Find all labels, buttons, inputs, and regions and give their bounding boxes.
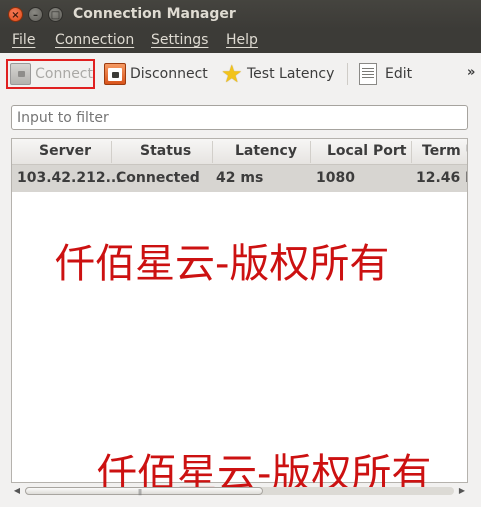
minimize-window-button[interactable]: –: [28, 7, 43, 22]
document-icon: [359, 63, 377, 85]
column-header-latency[interactable]: Latency: [235, 143, 297, 159]
table-header: Server Status Latency Local Port Term U: [12, 139, 467, 165]
title-bar: × – □ Connection Manager: [0, 0, 481, 29]
connections-table: Server Status Latency Local Port Term U …: [11, 138, 468, 483]
menu-bar: File Connection Settings Help: [0, 29, 481, 53]
menu-help[interactable]: Help: [226, 32, 258, 48]
horizontal-scrollbar[interactable]: ◀ ||| ▶: [11, 484, 468, 498]
edit-button[interactable]: Edit: [359, 59, 412, 89]
maximize-window-button[interactable]: □: [48, 7, 63, 22]
disconnect-button[interactable]: Disconnect: [104, 59, 208, 89]
menu-file[interactable]: File: [12, 32, 35, 48]
window-title: Connection Manager: [73, 6, 236, 22]
column-header-term[interactable]: Term U: [422, 143, 467, 159]
edit-button-label: Edit: [385, 66, 413, 82]
column-divider: [411, 141, 412, 163]
cell-server: 103.42.212...: [17, 170, 122, 186]
test-latency-button[interactable]: ★ Test Latency: [221, 59, 334, 89]
menu-settings[interactable]: Settings: [151, 32, 208, 48]
toolbar: Connect Disconnect ★ Test Latency Edit »: [0, 53, 481, 95]
scroll-left-arrow-icon[interactable]: ◀: [11, 485, 23, 497]
close-window-button[interactable]: ×: [8, 7, 23, 22]
table-row[interactable]: 103.42.212... Connected 42 ms 1080 12.46…: [12, 165, 467, 192]
cell-local-port: 1080: [316, 170, 355, 186]
star-icon: ★: [221, 60, 243, 88]
toolbar-separator: [347, 63, 348, 85]
disconnect-button-label: Disconnect: [130, 66, 208, 82]
disconnect-icon: [104, 63, 126, 85]
scrollbar-trough[interactable]: |||: [25, 487, 454, 496]
filter-input[interactable]: [11, 105, 468, 130]
scroll-right-arrow-icon[interactable]: ▶: [456, 485, 468, 497]
column-divider: [212, 141, 213, 163]
grip-icon: |||: [138, 489, 142, 496]
menu-connection[interactable]: Connection: [55, 32, 134, 48]
watermark-text: 仟佰星云-版权所有: [55, 241, 390, 287]
column-header-status[interactable]: Status: [140, 143, 191, 159]
scrollbar-thumb[interactable]: |||: [25, 487, 263, 496]
toolbar-overflow-button[interactable]: »: [467, 65, 475, 80]
column-divider: [111, 141, 112, 163]
column-divider: [310, 141, 311, 163]
connect-icon: [10, 63, 32, 85]
column-header-server[interactable]: Server: [39, 143, 91, 159]
cell-latency: 42 ms: [216, 170, 264, 186]
cell-status: Connected: [116, 170, 200, 186]
test-latency-button-label: Test Latency: [247, 66, 335, 82]
connect-button-label: Connect: [35, 66, 93, 82]
connect-button[interactable]: Connect: [6, 59, 95, 89]
connection-manager-window: × – □ Connection Manager File Connection…: [0, 0, 481, 507]
column-header-local-port[interactable]: Local Port: [327, 143, 406, 159]
cell-term: 12.46 M: [416, 170, 467, 186]
